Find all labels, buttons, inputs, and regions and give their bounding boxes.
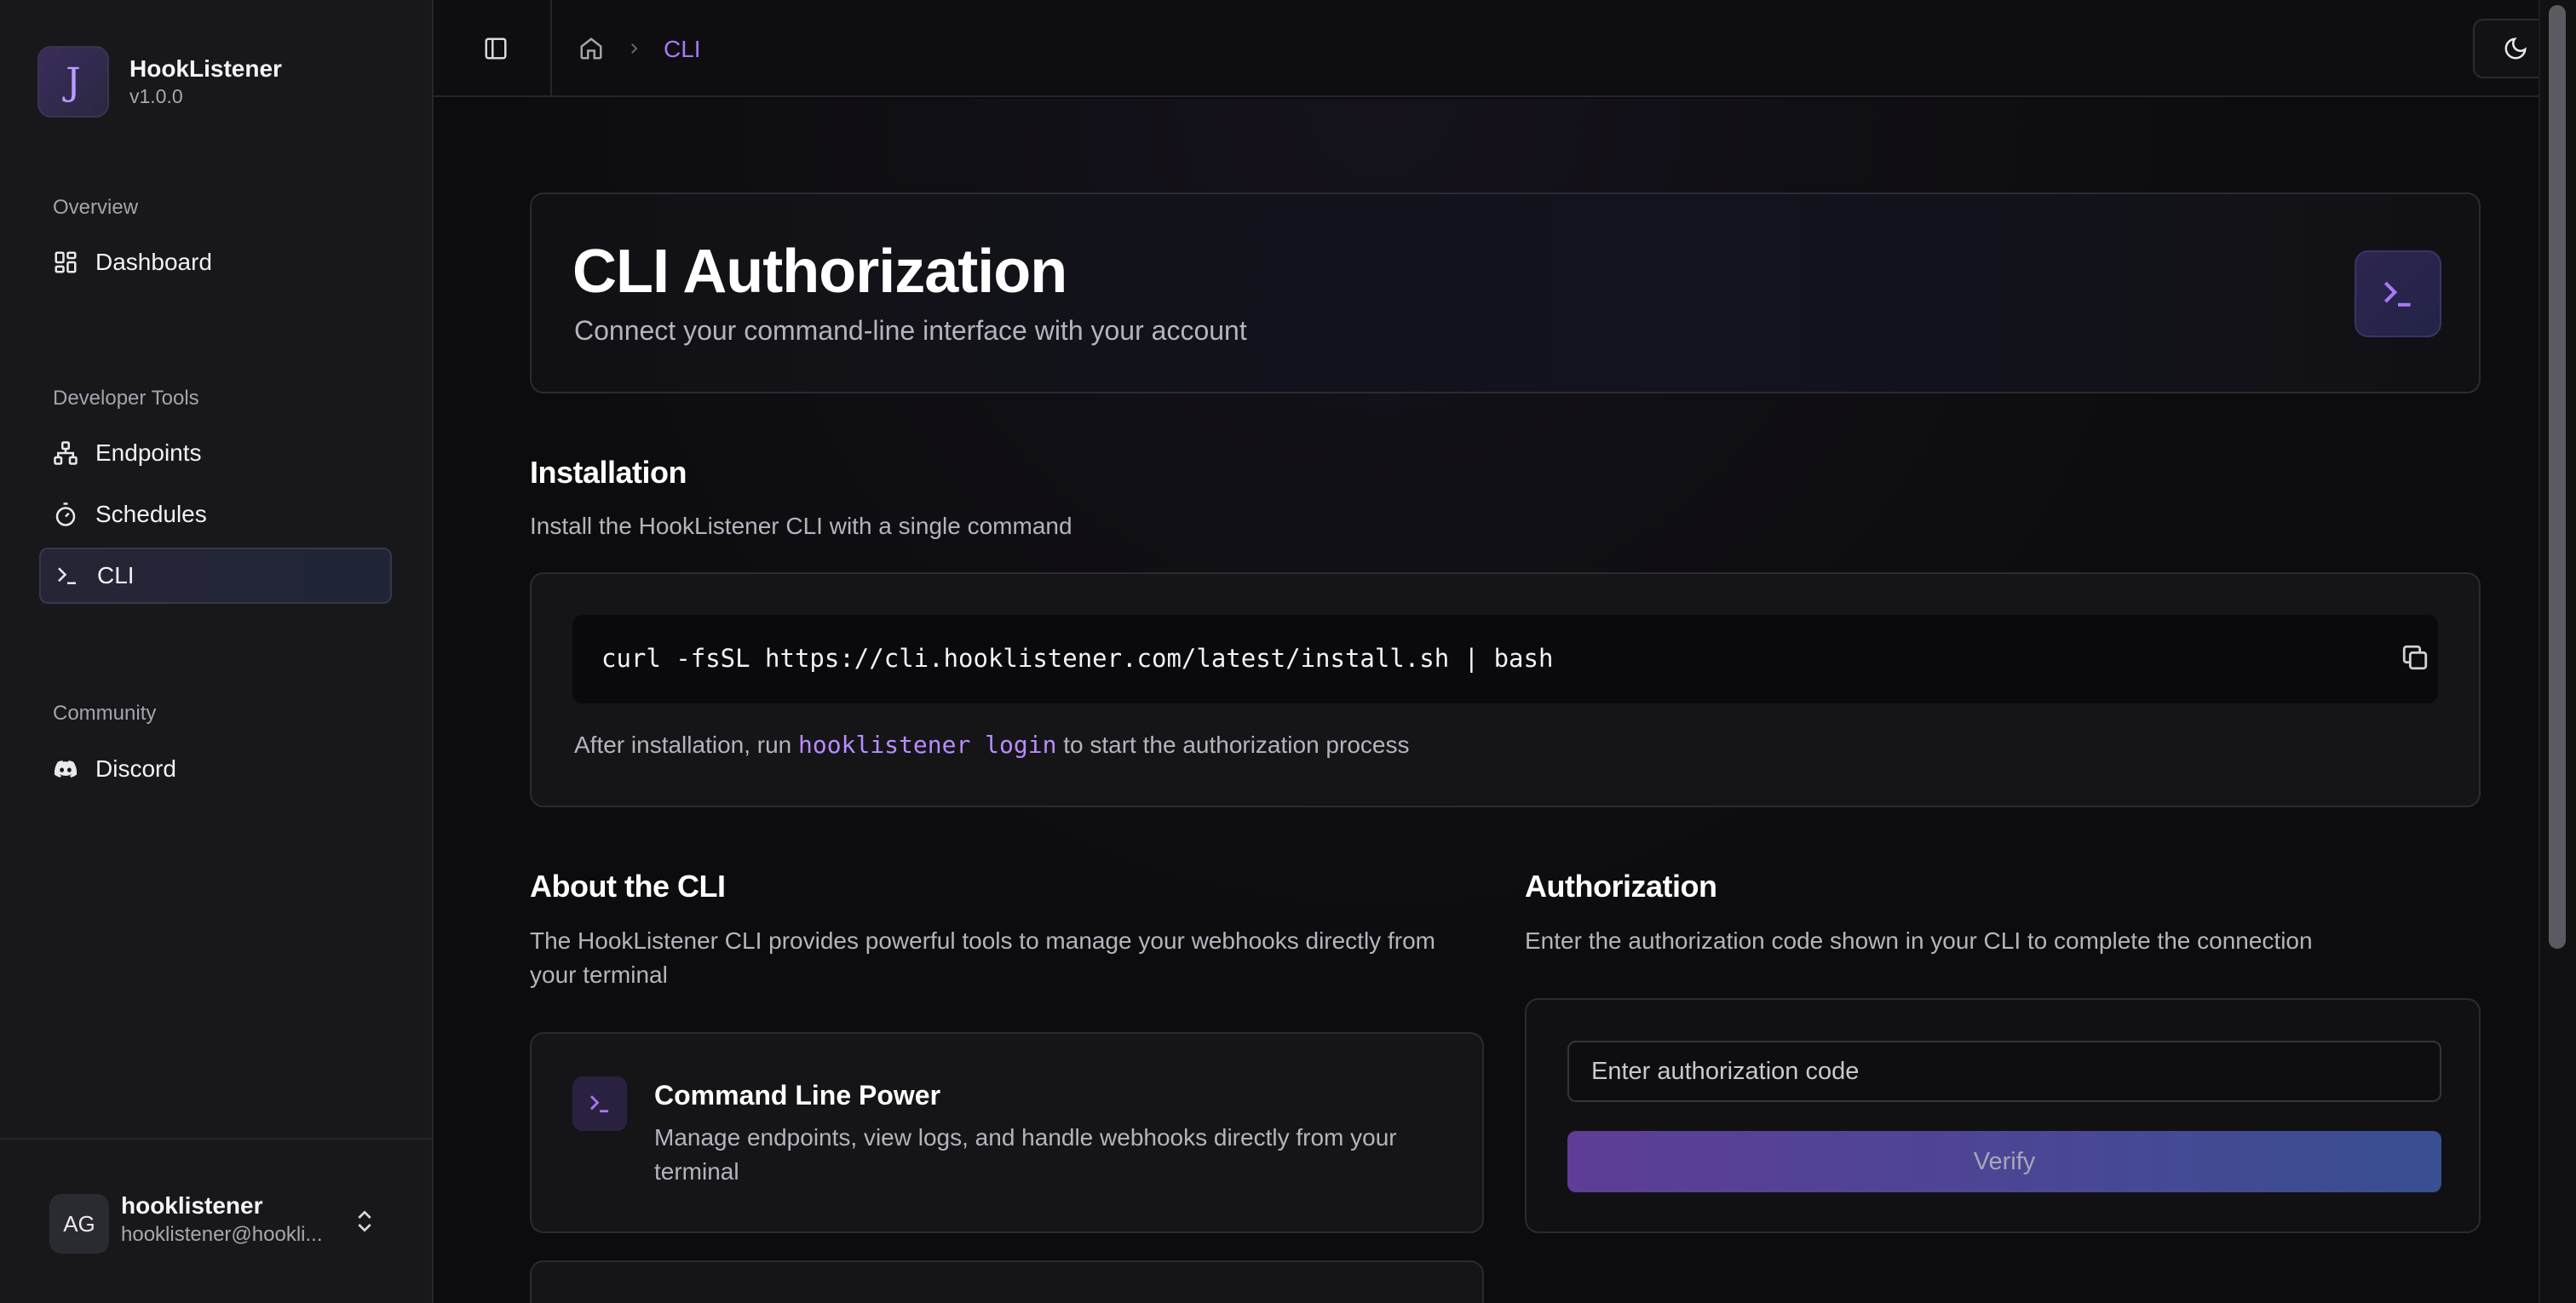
sidebar-item-label: CLI	[97, 562, 135, 588]
installation-card: curl -fsSL https://cli.hooklistener.com/…	[530, 572, 2481, 807]
install-command[interactable]: curl -fsSL https://cli.hooklistener.com/…	[601, 644, 1553, 673]
copy-icon[interactable]	[2401, 642, 2429, 673]
sidebar-item-schedules[interactable]: Schedules	[39, 486, 392, 542]
sidebar-item-discord[interactable]: Discord	[39, 741, 392, 797]
authorization-description: Enter the authorization code shown in yo…	[1525, 927, 2313, 954]
user-name: hooklistener	[121, 1192, 263, 1219]
install-note-prefix: After installation, run	[574, 732, 799, 758]
install-command-box[interactable]: curl -fsSL https://cli.hooklistener.com/…	[572, 615, 2438, 703]
hero-card: CLI Authorization Connect your command-l…	[530, 192, 2481, 393]
sidebar-item-label: Discord	[95, 755, 176, 782]
about-title: About the CLI	[530, 869, 726, 904]
brand-text: HookListener v1.0.0	[129, 55, 282, 109]
app-logo: J	[37, 46, 109, 118]
sidebar-item-dashboard[interactable]: Dashboard	[39, 234, 392, 290]
endpoints-icon	[53, 440, 78, 466]
installation-description: Install the HookListener CLI with a sing…	[530, 513, 1072, 539]
verify-button[interactable]: Verify	[1567, 1131, 2441, 1192]
authorization-code-input[interactable]	[1567, 1041, 2441, 1102]
app-name: HookListener	[129, 55, 282, 82]
install-note-suffix: to start the authorization process	[1056, 732, 1410, 758]
chevron-right-icon	[631, 43, 638, 54]
brand[interactable]: J HookListener v1.0.0	[37, 46, 282, 118]
group-label-developer-tools: Developer Tools	[53, 387, 199, 410]
sidebar-item-endpoints[interactable]: Endpoints	[39, 425, 392, 481]
feature-card: Command Line Power Manage endpoints, vie…	[530, 1032, 1484, 1233]
authorization-card: Verify	[1525, 998, 2481, 1233]
group-label-overview: Overview	[53, 196, 139, 219]
dashboard-icon	[53, 250, 78, 275]
home-icon[interactable]	[578, 36, 604, 61]
page-title: CLI Authorization	[572, 238, 1067, 306]
terminal-icon	[572, 1076, 627, 1131]
sidebar-item-label: Endpoints	[95, 439, 202, 466]
user-email: hooklistener@hookli...	[121, 1223, 323, 1246]
feature-title: Command Line Power	[654, 1080, 941, 1111]
sidebar-item-cli[interactable]: CLI	[39, 548, 392, 604]
avatar: AG	[49, 1194, 109, 1254]
sidebar-item-label: Schedules	[95, 501, 207, 527]
feature-card	[530, 1260, 1484, 1303]
top-bar: CLI	[434, 0, 2576, 97]
moon-icon	[2504, 37, 2527, 60]
login-command: hooklistener login	[798, 731, 1057, 759]
sidebar-item-label: Dashboard	[95, 249, 212, 275]
page-subtitle: Connect your command-line interface with…	[574, 315, 1247, 346]
scrollbar-thumb[interactable]	[2549, 5, 2566, 949]
discord-icon	[53, 756, 78, 782]
chevrons-up-down-icon[interactable]	[351, 1206, 378, 1237]
about-description: The HookListener CLI provides powerful t…	[530, 927, 1435, 988]
breadcrumb-current: CLI	[664, 36, 701, 62]
sidebar: J HookListener v1.0.0 Overview Dashboard…	[0, 0, 434, 1303]
installation-title: Installation	[530, 455, 687, 490]
authorization-title: Authorization	[1525, 869, 1717, 904]
install-note: After installation, run hooklistener log…	[574, 731, 1409, 759]
timer-icon	[53, 502, 78, 527]
terminal-icon	[2355, 250, 2441, 337]
header-divider	[550, 0, 552, 97]
user-menu[interactable]: AG hooklistener hooklistener@hookli...	[0, 1138, 432, 1303]
terminal-icon	[55, 563, 80, 588]
group-label-community: Community	[53, 702, 157, 725]
app-version: v1.0.0	[129, 85, 183, 107]
sidebar-toggle-icon[interactable]	[483, 36, 509, 61]
feature-description: Manage endpoints, view logs, and handle …	[654, 1124, 1397, 1185]
